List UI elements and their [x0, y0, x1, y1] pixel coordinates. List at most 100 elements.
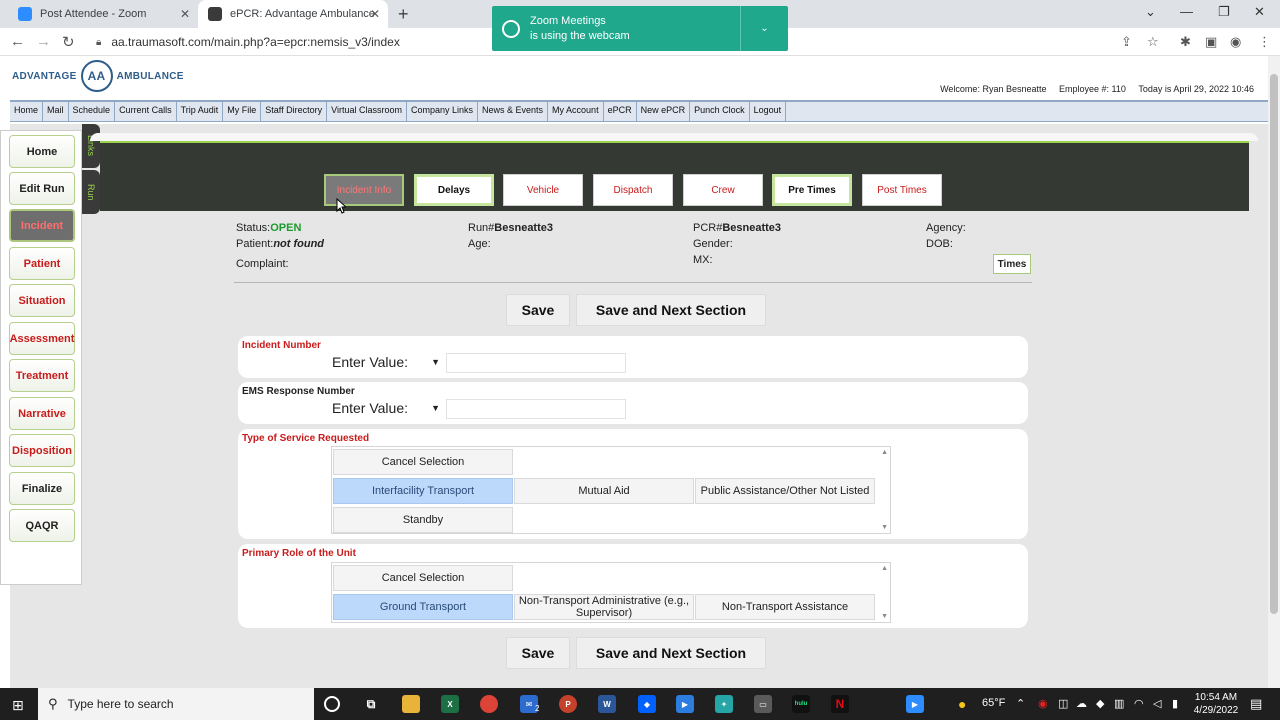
save-next-button-bottom[interactable]: Save and Next Section [576, 637, 766, 669]
menu-item-home[interactable]: Home [10, 102, 44, 121]
save-button[interactable]: Save [506, 294, 570, 326]
tab-vehicle[interactable]: Vehicle [503, 174, 583, 206]
menu-item-news-events[interactable]: News & Events [478, 102, 549, 121]
tray-app-icon[interactable]: ◫ [1058, 697, 1068, 710]
microphone-icon[interactable]: ▮ [1172, 697, 1178, 710]
option-ground-transport[interactable]: Ground Transport [333, 594, 513, 620]
option-interfacility-transport[interactable]: Interfacility Transport [333, 478, 513, 504]
scroll-up-icon[interactable]: ▲ [881, 565, 888, 572]
links-side-tab[interactable]: Links [82, 124, 100, 168]
antivirus-icon[interactable]: ◉ [1038, 697, 1048, 710]
option-cancel-selection[interactable]: Cancel Selection [333, 565, 513, 591]
browser-tab-zoom[interactable]: Post Attendee - Zoom ✕ [8, 0, 198, 28]
taskbar-search-box[interactable]: ⚲ Type here to search [38, 688, 314, 720]
file-explorer-icon[interactable] [402, 695, 420, 713]
back-icon[interactable]: ← [10, 33, 25, 50]
nav-home-button[interactable]: Home [9, 135, 75, 168]
menu-item-epcr[interactable]: ePCR [604, 102, 637, 121]
zoom-webcam-notification[interactable]: Zoom Meetings is using the webcam ⌄ [492, 6, 788, 51]
network-icon[interactable]: ▥ [1114, 697, 1124, 710]
menu-item-my-file[interactable]: My File [223, 102, 262, 121]
chevron-up-icon[interactable]: ⌃ [1016, 697, 1025, 710]
cortana-icon[interactable] [324, 696, 340, 712]
chevron-down-icon[interactable]: ⌄ [740, 6, 788, 51]
bookmark-star-icon[interactable]: ☆ [1147, 34, 1159, 50]
option-non-transport-assistance[interactable]: Non-Transport Assistance [695, 594, 875, 620]
powerpoint-icon[interactable]: P [559, 695, 577, 713]
nav-incident-button[interactable]: Incident [9, 209, 75, 242]
maximize-icon[interactable]: ❐ [1218, 4, 1230, 20]
chevron-down-icon[interactable]: ⌄ [1145, 4, 1156, 20]
windows-start-icon[interactable]: ⊞ [12, 697, 24, 714]
profile-avatar-icon[interactable]: ◉ [1230, 34, 1241, 50]
scrollbar-thumb[interactable] [1270, 74, 1278, 614]
menu-item-current-calls[interactable]: Current Calls [115, 102, 177, 121]
option-non-transport-administrative[interactable]: Non-Transport Administrative (e.g., Supe… [514, 594, 694, 620]
netflix-icon[interactable]: N [831, 695, 849, 713]
weather-temp[interactable]: 65°F [982, 697, 1005, 709]
ems-response-input[interactable] [446, 399, 626, 419]
kodi-icon[interactable]: ✦ [715, 695, 733, 713]
save-next-button[interactable]: Save and Next Section [576, 294, 766, 326]
nav-patient-button[interactable]: Patient [9, 247, 75, 280]
dropbox-icon[interactable]: ◆ [638, 695, 656, 713]
nav-disposition-button[interactable]: Disposition [9, 434, 75, 467]
menu-item-company-links[interactable]: Company Links [407, 102, 479, 121]
run-side-tab[interactable]: Run [82, 170, 100, 214]
menu-item-staff-directory[interactable]: Staff Directory [261, 102, 328, 121]
option-cancel-selection[interactable]: Cancel Selection [333, 449, 513, 475]
sidepanel-icon[interactable]: ▣ [1205, 34, 1217, 50]
tab-pre-times[interactable]: Pre Times [772, 174, 852, 206]
tab-delays[interactable]: Delays [414, 174, 494, 206]
new-tab-icon[interactable]: + [398, 4, 409, 25]
option-standby[interactable]: Standby [333, 507, 513, 533]
scroll-down-icon[interactable]: ▼ [881, 524, 888, 531]
keyboard-app-icon[interactable]: ▭ [754, 695, 772, 713]
times-button[interactable]: Times [993, 254, 1031, 274]
scroll-down-icon[interactable]: ▼ [881, 613, 888, 620]
menu-item-mail[interactable]: Mail [43, 102, 69, 121]
media-player-icon[interactable]: ▶ [676, 695, 694, 713]
nav-narrative-button[interactable]: Narrative [9, 397, 75, 430]
notifications-icon[interactable]: ▤ [1250, 696, 1262, 712]
option-mutual-aid[interactable]: Mutual Aid [514, 478, 694, 504]
volume-icon[interactable]: ◁ [1153, 697, 1161, 710]
close-icon[interactable]: ✕ [180, 7, 190, 21]
weather-sun-icon[interactable]: ● [958, 696, 966, 712]
dropbox-tray-icon[interactable]: ◆ [1096, 697, 1104, 710]
nav-edit-run-button[interactable]: Edit Run [9, 172, 75, 205]
nav-situation-button[interactable]: Situation [9, 284, 75, 317]
browser-tab-epcr[interactable]: ePCR: Advantage Ambulance ✕ [198, 0, 388, 28]
menu-item-punch-clock[interactable]: Punch Clock [690, 102, 750, 121]
forward-icon[interactable]: → [36, 33, 51, 50]
menu-item-schedule[interactable]: Schedule [69, 102, 116, 121]
menu-item-new-epcr[interactable]: New ePCR [637, 102, 691, 121]
hulu-icon[interactable]: hulu [792, 695, 810, 713]
menu-item-virtual-classroom[interactable]: Virtual Classroom [327, 102, 407, 121]
tab-dispatch[interactable]: Dispatch [593, 174, 673, 206]
nav-qaqr-button[interactable]: QAQR [9, 509, 75, 542]
page-scrollbar[interactable] [1268, 56, 1280, 688]
incident-number-select[interactable]: Enter Value: ▼ [332, 353, 442, 371]
wifi-icon[interactable]: ◠ [1134, 697, 1144, 710]
excel-icon[interactable]: X [441, 695, 459, 713]
extensions-icon[interactable]: ✱ [1180, 34, 1191, 50]
scroll-up-icon[interactable]: ▲ [881, 449, 888, 456]
menu-kebab-icon[interactable]: ⋮ [1258, 34, 1271, 50]
company-logo[interactable]: ADVANTAGE AA AMBULANCE [12, 60, 184, 92]
menu-item-my-account[interactable]: My Account [548, 102, 604, 121]
chrome-icon[interactable] [480, 695, 498, 713]
minimize-icon[interactable]: — [1180, 4, 1193, 19]
reload-icon[interactable]: ↻ [62, 33, 75, 51]
word-icon[interactable]: W [598, 695, 616, 713]
nav-treatment-button[interactable]: Treatment [9, 359, 75, 392]
nav-assessment-button[interactable]: Assessment [9, 322, 75, 355]
share-icon[interactable]: ⇪ [1121, 34, 1132, 50]
close-window-icon[interactable]: ✕ [1254, 4, 1265, 20]
save-button-bottom[interactable]: Save [506, 637, 570, 669]
tab-crew[interactable]: Crew [683, 174, 763, 206]
incident-number-input[interactable] [446, 353, 626, 373]
close-icon[interactable]: ✕ [370, 7, 380, 21]
task-view-icon[interactable]: ⧉ [362, 695, 380, 713]
menu-item-trip-audit[interactable]: Trip Audit [177, 102, 224, 121]
